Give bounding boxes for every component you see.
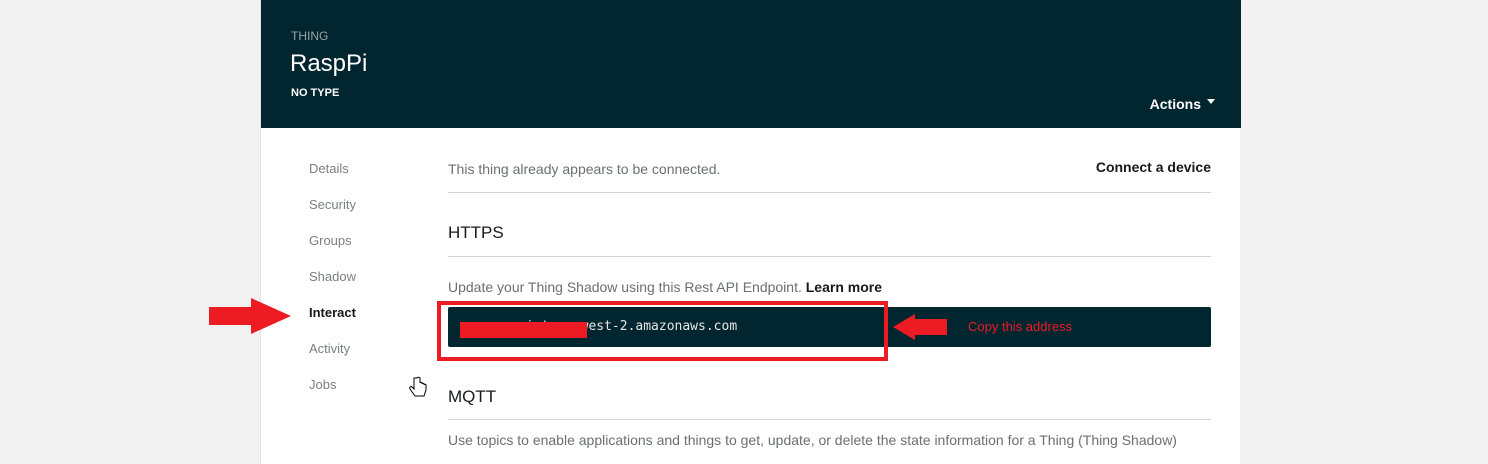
nav-security[interactable]: Security bbox=[309, 197, 356, 233]
nav-activity[interactable]: Activity bbox=[309, 341, 356, 377]
thing-type: NO TYPE bbox=[291, 87, 340, 99]
divider bbox=[448, 256, 1211, 257]
nav-groups[interactable]: Groups bbox=[309, 233, 356, 269]
mqtt-description: Use topics to enable applications and th… bbox=[448, 432, 1177, 448]
thing-kind-label: THING bbox=[291, 29, 329, 43]
thing-title: RaspPi bbox=[290, 50, 368, 77]
https-desc-text: Update your Thing Shadow using this Rest… bbox=[448, 279, 802, 295]
hand-cursor-icon bbox=[409, 376, 427, 397]
annotation-note: Copy this address bbox=[968, 319, 1073, 334]
learn-more-link[interactable]: Learn more bbox=[806, 279, 882, 295]
actions-dropdown[interactable]: Actions bbox=[1150, 96, 1215, 112]
connection-status: This thing already appears to be connect… bbox=[448, 161, 721, 177]
connect-device-link[interactable]: Connect a device bbox=[1096, 159, 1211, 175]
divider bbox=[448, 419, 1211, 420]
side-nav: Details Security Groups Shadow Interact … bbox=[309, 161, 356, 413]
mqtt-heading: MQTT bbox=[448, 387, 497, 406]
nav-interact[interactable]: Interact bbox=[309, 305, 356, 341]
thing-header: THING RaspPi NO TYPE Actions bbox=[261, 0, 1241, 128]
nav-jobs[interactable]: Jobs bbox=[309, 377, 356, 413]
nav-details[interactable]: Details bbox=[309, 161, 356, 197]
highlight-box bbox=[437, 301, 888, 361]
thing-panel: THING RaspPi NO TYPE Actions Details Sec… bbox=[260, 0, 1241, 464]
https-heading: HTTPS bbox=[448, 223, 504, 242]
divider bbox=[448, 192, 1211, 193]
https-description: Update your Thing Shadow using this Rest… bbox=[448, 279, 882, 295]
arrow-right-icon bbox=[209, 298, 291, 334]
arrow-left-icon bbox=[893, 314, 947, 340]
nav-shadow[interactable]: Shadow bbox=[309, 269, 356, 305]
